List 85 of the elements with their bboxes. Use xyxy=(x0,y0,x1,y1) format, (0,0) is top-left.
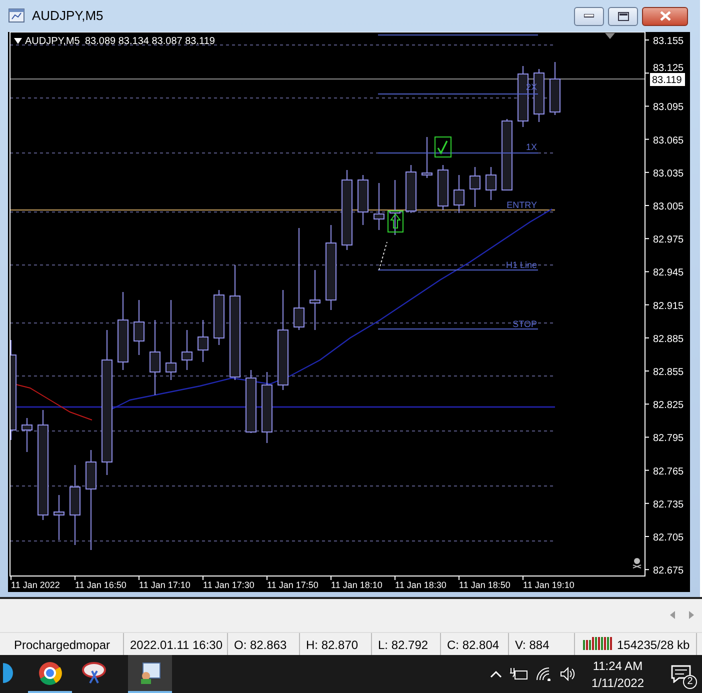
candle xyxy=(22,418,32,452)
clock-time: 11:24 AM xyxy=(592,658,644,674)
time-label: 11 Jan 17:50 xyxy=(267,580,318,590)
price-label: 82.765 xyxy=(653,466,684,478)
time-label: 11 Jan 18:50 xyxy=(459,580,510,590)
close-icon xyxy=(660,11,670,21)
maximize-button[interactable] xyxy=(608,6,638,26)
price-label: 82.885 xyxy=(653,334,684,345)
app-icon xyxy=(2,661,14,685)
candle xyxy=(134,300,144,356)
app-icon xyxy=(138,661,162,685)
minimize-icon xyxy=(584,14,594,18)
traffic-label: 154235/28 kb xyxy=(617,637,690,654)
price-label: 83.035 xyxy=(653,168,684,180)
candle xyxy=(438,164,448,210)
battery-icon xyxy=(510,667,528,681)
price-label: 82.675 xyxy=(653,566,684,577)
notification-count: 2 xyxy=(683,675,697,689)
current-price-tag: 83.119 xyxy=(650,73,685,86)
price-label: 82.825 xyxy=(653,400,684,412)
candle xyxy=(486,166,496,200)
candle xyxy=(374,182,384,230)
price-label: 82.855 xyxy=(653,367,684,378)
app-icon xyxy=(82,661,106,685)
time-label: 11 Jan 2022 xyxy=(11,580,60,590)
price-label: 83.065 xyxy=(653,135,684,146)
candle xyxy=(406,164,416,214)
window-title: AUDJPY,M5 xyxy=(32,7,104,26)
minimize-button[interactable] xyxy=(574,6,604,26)
trade-connector-line xyxy=(378,242,388,270)
clock-date: 1/11/2022 xyxy=(592,674,644,692)
chart-symbol: AUDJPY,M5 xyxy=(25,36,80,47)
shift-marker-icon xyxy=(605,33,615,39)
taskbar-app-button[interactable] xyxy=(128,655,172,693)
price-label: 83.005 xyxy=(653,202,684,212)
candle xyxy=(262,372,272,444)
window-icon xyxy=(8,8,26,24)
candle xyxy=(390,180,400,236)
candle xyxy=(470,166,480,208)
price-label: 82.735 xyxy=(653,499,684,510)
candle xyxy=(310,270,320,330)
price-label: 82.915 xyxy=(653,300,684,312)
notification-icon xyxy=(671,664,691,683)
scroll-right-icon xyxy=(689,611,694,620)
candle xyxy=(246,370,256,434)
candle xyxy=(54,494,64,540)
time-label: 11 Jan 16:50 xyxy=(75,580,126,590)
price-label: 83.095 xyxy=(653,102,684,114)
candle xyxy=(214,290,224,346)
price-label: 82.945 xyxy=(653,268,684,279)
volume-icon xyxy=(560,667,576,681)
candle xyxy=(518,66,528,128)
price-label: 83.125 xyxy=(653,63,684,74)
level-label: 1X xyxy=(526,142,537,152)
checkmark-icon xyxy=(434,136,452,158)
candle xyxy=(198,320,208,362)
price-label: 82.705 xyxy=(653,532,684,544)
candle xyxy=(550,62,560,116)
candle xyxy=(454,174,464,214)
price-label: 82.975 xyxy=(653,234,684,246)
scroll-left-icon xyxy=(670,611,675,620)
time-label: 11 Jan 19:10 xyxy=(523,580,574,590)
price-label: 82.795 xyxy=(653,433,684,444)
time-label: 11 Jan 17:10 xyxy=(139,580,190,590)
candle xyxy=(358,174,368,226)
price-label: 83.155 xyxy=(653,36,684,47)
connection-bars-icon xyxy=(583,636,613,650)
notification-button[interactable]: 2 xyxy=(668,661,694,687)
level-label: ENTRY xyxy=(506,200,537,210)
app-icon xyxy=(38,661,62,685)
close-button[interactable] xyxy=(642,6,688,26)
candle xyxy=(502,118,512,190)
candle xyxy=(422,136,432,178)
chevron-up-icon xyxy=(490,670,502,678)
restore-icon xyxy=(618,12,628,20)
time-label: 11 Jan 18:30 xyxy=(395,580,446,590)
level-label: STOP xyxy=(512,319,537,329)
dropdown-triangle-icon xyxy=(14,38,22,44)
candle xyxy=(182,330,192,370)
level-label: H1 Line xyxy=(506,260,537,270)
skull-icon xyxy=(633,558,641,568)
time-label: 11 Jan 18:10 xyxy=(331,580,382,590)
wifi-icon xyxy=(536,667,552,681)
time-label: 11 Jan 17:30 xyxy=(203,580,254,590)
chart-quotes: 83.089 83.134 83.087 83.119 xyxy=(85,36,215,47)
